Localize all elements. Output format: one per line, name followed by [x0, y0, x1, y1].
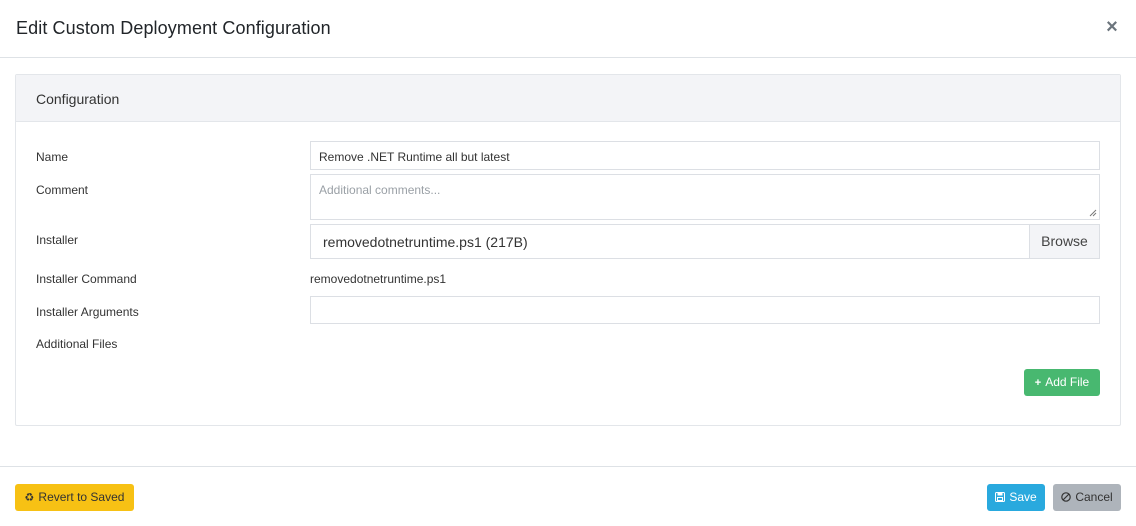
- revert-to-saved-button[interactable]: ♻ Revert to Saved: [15, 484, 134, 511]
- save-label: Save: [1009, 490, 1037, 504]
- ban-icon: [1061, 492, 1072, 502]
- comment-placeholder: Additional comments...: [319, 183, 441, 197]
- name-input[interactable]: Remove .NET Runtime all but latest: [310, 141, 1100, 170]
- name-label: Name: [36, 150, 69, 164]
- installer-label: Installer: [36, 233, 79, 247]
- recycle-icon: ♻: [24, 492, 35, 504]
- modal-header: Edit Custom Deployment Configuration ×: [0, 0, 1136, 58]
- resize-grip-icon[interactable]: [1089, 209, 1097, 217]
- close-icon[interactable]: ×: [1104, 16, 1120, 38]
- plus-icon: +: [1034, 377, 1042, 389]
- card-title: Configuration: [36, 91, 120, 107]
- floppy-disk-icon: [995, 492, 1006, 502]
- add-file-label: Add File: [1045, 375, 1090, 389]
- additional-files-label: Additional Files: [36, 337, 118, 351]
- add-file-button[interactable]: + Add File: [1024, 369, 1100, 396]
- cancel-button[interactable]: Cancel: [1053, 484, 1121, 511]
- installer-command-value: removedotnetruntime.ps1: [310, 272, 447, 286]
- installer-file-input[interactable]: removedotnetruntime.ps1 (217B) Browse: [310, 224, 1100, 259]
- footer-divider: [0, 466, 1136, 467]
- card-header: Configuration: [16, 75, 1120, 122]
- configuration-card: Configuration Name Remove .NET Runtime a…: [15, 74, 1121, 426]
- installer-arguments-input[interactable]: [310, 296, 1100, 324]
- comment-textarea[interactable]: Additional comments...: [310, 174, 1100, 220]
- revert-label: Revert to Saved: [38, 490, 125, 504]
- browse-button[interactable]: Browse: [1029, 225, 1099, 258]
- installer-arguments-label: Installer Arguments: [36, 305, 139, 319]
- comment-label: Comment: [36, 183, 89, 197]
- cancel-label: Cancel: [1075, 490, 1113, 504]
- save-button[interactable]: Save: [987, 484, 1045, 511]
- installer-file-name: removedotnetruntime.ps1 (217B): [323, 234, 528, 250]
- modal-title: Edit Custom Deployment Configuration: [16, 18, 331, 38]
- installer-command-label: Installer Command: [36, 272, 137, 286]
- name-input-value: Remove .NET Runtime all but latest: [319, 150, 510, 164]
